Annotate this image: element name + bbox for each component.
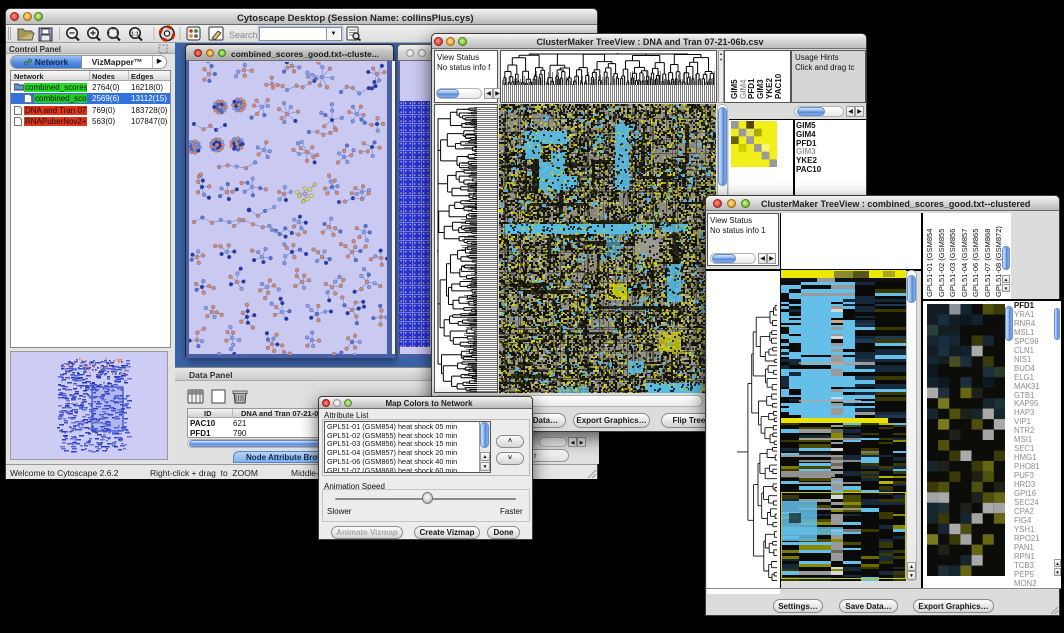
svg-text:1:1: 1:1 [131, 32, 139, 38]
